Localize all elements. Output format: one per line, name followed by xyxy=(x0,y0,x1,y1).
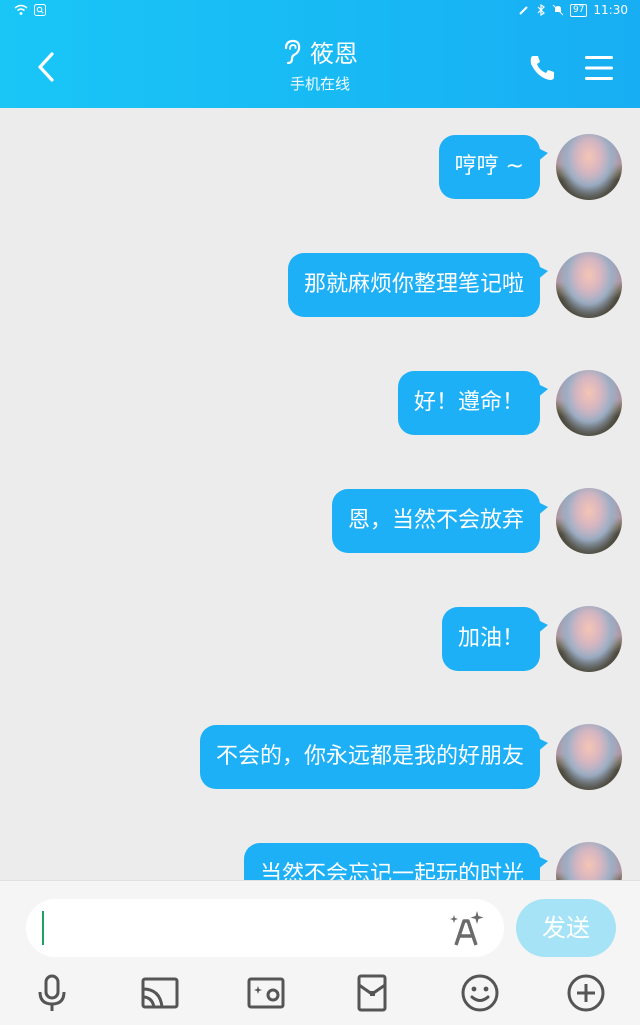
chat-header: 97 11:30 筱恩 手机在线 xyxy=(0,0,640,108)
avatar[interactable] xyxy=(556,134,622,200)
status-right: 97 11:30 xyxy=(518,3,628,17)
send-button[interactable]: 发送 xyxy=(516,899,616,957)
wifi-icon xyxy=(14,4,28,15)
toolbar xyxy=(0,969,640,1017)
avatar[interactable] xyxy=(556,370,622,436)
ear-icon xyxy=(284,39,301,64)
menu-button[interactable] xyxy=(584,54,614,82)
message-list[interactable]: 哼哼 ~ 那就麻烦你整理笔记啦 好！遵命！ 恩，当然不会放弃 加油！ 不会的，你… xyxy=(0,108,640,880)
emoji-icon xyxy=(461,974,499,1012)
cast-icon xyxy=(141,977,179,1009)
microphone-icon xyxy=(38,974,66,1011)
status-left xyxy=(14,4,46,16)
font-style-icon[interactable] xyxy=(446,909,486,949)
message-bubble[interactable]: 加油！ xyxy=(441,607,549,671)
pen-icon xyxy=(519,6,528,15)
avatar[interactable] xyxy=(556,488,622,554)
search-icon xyxy=(34,4,46,16)
more-button[interactable] xyxy=(562,969,610,1017)
message-row: 好！遵命！ xyxy=(397,368,622,438)
message-input[interactable] xyxy=(26,899,504,957)
clock: 11:30 xyxy=(593,3,628,17)
message-row: 恩，当然不会放弃 xyxy=(331,486,622,556)
avatar[interactable] xyxy=(556,252,622,318)
call-button[interactable] xyxy=(526,52,558,84)
photo-button[interactable] xyxy=(242,969,290,1017)
message-bubble[interactable]: 当然不会忘记一起玩的时光 xyxy=(243,843,549,880)
red-packet-icon xyxy=(357,974,387,1012)
composer: 发送 xyxy=(0,880,640,1025)
avatar[interactable] xyxy=(556,724,622,790)
phone-icon xyxy=(530,56,554,80)
message-row: 加油！ xyxy=(441,604,622,674)
bluetooth-icon xyxy=(537,4,545,16)
message-row: 不会的，你永远都是我的好朋友 xyxy=(199,722,622,792)
red-packet-button[interactable] xyxy=(348,969,396,1017)
message-bubble[interactable]: 那就麻烦你整理笔记啦 xyxy=(287,253,549,317)
message-bubble[interactable]: 哼哼 ~ xyxy=(438,135,549,199)
message-row: 当然不会忘记一起玩的时光 xyxy=(243,840,622,880)
message-bubble[interactable]: 不会的，你永远都是我的好朋友 xyxy=(199,725,549,789)
text-cursor xyxy=(42,911,44,945)
screen-share-button[interactable] xyxy=(136,969,184,1017)
status-bar: 97 11:30 xyxy=(0,0,640,24)
avatar[interactable] xyxy=(556,606,622,672)
message-bubble[interactable]: 恩，当然不会放弃 xyxy=(331,489,549,553)
voice-button[interactable] xyxy=(28,969,76,1017)
menu-icon xyxy=(585,56,613,80)
emoji-button[interactable] xyxy=(456,969,504,1017)
plus-icon xyxy=(567,974,605,1012)
contact-name: 筱恩 xyxy=(310,40,358,68)
battery-level: 97 xyxy=(569,3,588,17)
message-row: 哼哼 ~ xyxy=(438,132,622,202)
mute-icon xyxy=(552,4,564,16)
message-bubble[interactable]: 好！遵命！ xyxy=(397,371,549,435)
photo-icon xyxy=(247,977,285,1009)
avatar[interactable] xyxy=(556,842,622,880)
message-row: 那就麻烦你整理笔记啦 xyxy=(287,250,622,320)
